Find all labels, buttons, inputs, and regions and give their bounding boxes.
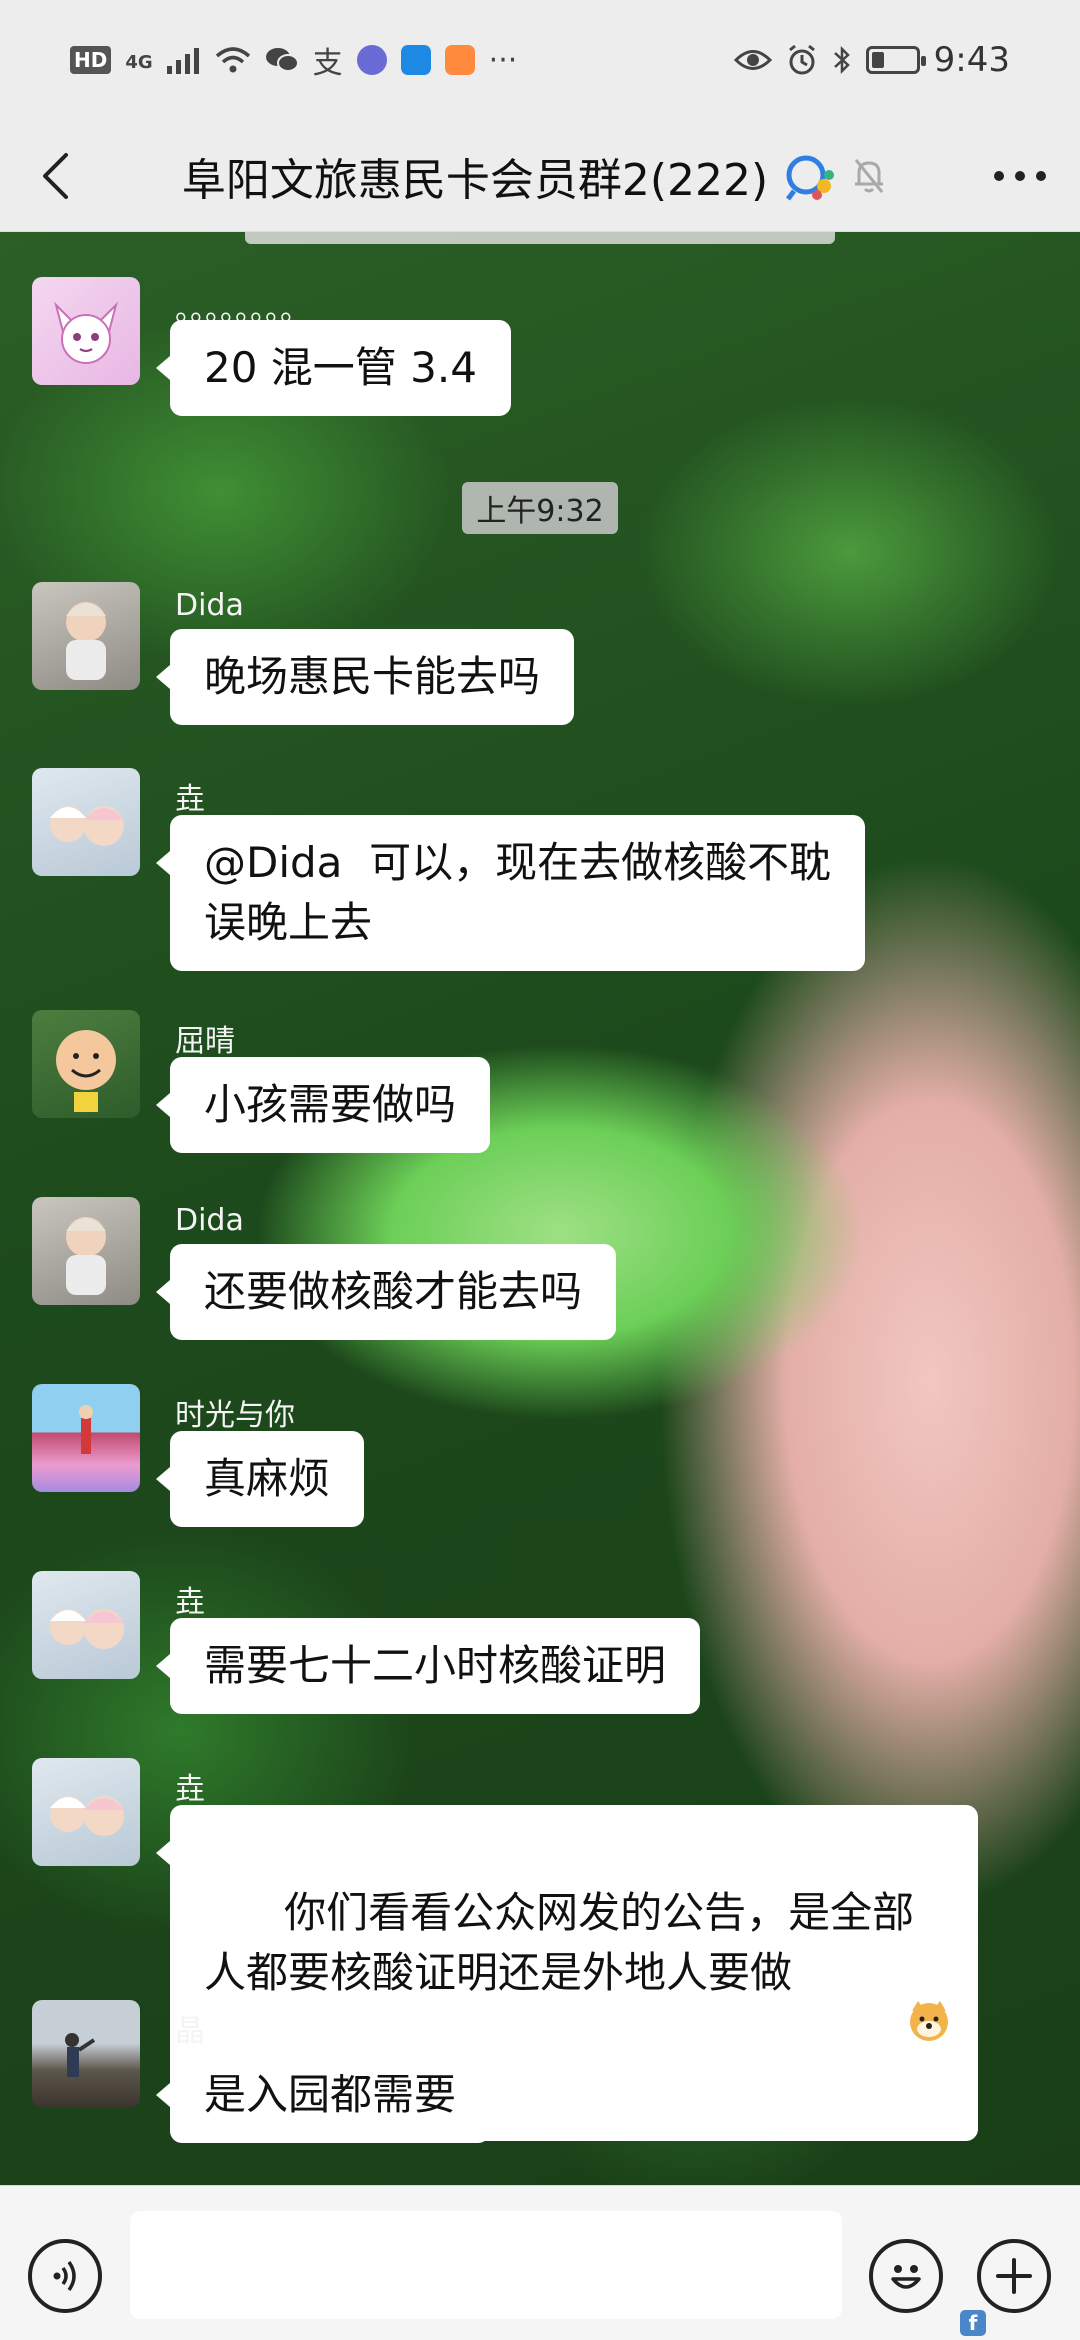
avatar[interactable] [32, 768, 140, 876]
partial-message-edge [245, 232, 835, 244]
message-bubble[interactable]: 20 混一管 3.4 [156, 320, 511, 416]
status-left-icons: HD 4G 支 ··· [70, 38, 517, 82]
emoji-icon [891, 2265, 921, 2289]
wifi-icon [215, 46, 251, 74]
signal-icon [166, 46, 201, 74]
doge-emoji-icon [799, 1937, 952, 2119]
avatar[interactable] [32, 2000, 140, 2108]
message-bubble[interactable]: 晚场惠民卡能去吗 [155, 629, 575, 725]
sender-name: 时光与你 [175, 1398, 295, 1433]
avatar[interactable] [32, 1758, 140, 1866]
avatar[interactable] [32, 582, 140, 690]
sender-name: 屈晴 [175, 1024, 235, 1059]
more-horizontal-icon [994, 170, 1046, 181]
eye-icon [733, 47, 772, 73]
avatar[interactable] [32, 277, 140, 385]
group-title: 阜阳文旅惠民卡会员群2(222) [181, 154, 769, 206]
back-button[interactable] [0, 120, 110, 232]
sender-name: 垚 [175, 1585, 205, 1620]
input-bar [0, 2185, 1080, 2340]
alarm-icon [786, 44, 818, 76]
weather-app-icon [400, 45, 431, 75]
bluetooth-icon [832, 45, 852, 75]
message-bubble[interactable]: @Dida 可以，现在去做核酸不耽 误晚上去 [155, 815, 866, 971]
avatar[interactable] [32, 1197, 140, 1305]
sender-name: 晶 [175, 2014, 205, 2049]
message-bubble[interactable]: 真麻烦 [155, 1431, 365, 1527]
clock-time: 9:43 [933, 40, 1010, 80]
message-bubble[interactable]: 还要做核酸才能去吗 [155, 1244, 617, 1340]
time-divider: 上午9:32 [462, 482, 618, 534]
message-bubble[interactable]: 小孩需要做吗 [155, 1057, 491, 1153]
group-chat-icon [786, 155, 835, 200]
app-icon [444, 45, 475, 75]
voice-button[interactable] [28, 2239, 102, 2313]
chat-header: 阜阳文旅惠民卡会员群2(222) [0, 120, 1080, 232]
plus-icon [996, 2258, 1032, 2294]
bell-off-icon [854, 158, 884, 193]
app-watermark-icon: f [960, 2310, 986, 2336]
status-bar: HD 4G 支 ··· 9:43 [0, 0, 1080, 120]
sender-name: 垚 [175, 782, 205, 817]
signal-label: 4G [125, 52, 153, 73]
battery-icon [865, 46, 926, 74]
sender-name: Dida [175, 588, 244, 623]
status-right-icons: 9:43 [733, 40, 1010, 80]
message-bubble[interactable]: 需要七十二小时核酸证明 [155, 1618, 701, 1714]
add-button[interactable] [977, 2239, 1051, 2313]
group-title-container[interactable]: 阜阳文旅惠民卡会员群2(222) [110, 144, 960, 208]
message-bubble[interactable]: 是入园都需要 [155, 2047, 491, 2143]
message-input[interactable] [130, 2211, 842, 2319]
sender-name: 垚 [175, 1772, 205, 1807]
avatar[interactable] [32, 1571, 140, 1679]
hd-badge: HD [70, 46, 112, 74]
music-app-icon [356, 45, 387, 75]
avatar[interactable] [32, 1384, 140, 1492]
alipay-icon: 支 [312, 46, 343, 81]
more-notifications: ··· [488, 42, 518, 78]
wechat-icon [265, 46, 299, 74]
chat-background[interactable]: 。。。。。。。。 20 混一管 3.4 上午9:32 Dida 晚场惠民卡能去吗… [0, 232, 1080, 2185]
chevron-left-icon [43, 152, 68, 199]
emoji-button[interactable] [869, 2239, 943, 2313]
more-button[interactable] [960, 120, 1080, 232]
sender-name: Dida [175, 1203, 244, 1238]
voice-icon [53, 2260, 76, 2292]
avatar[interactable] [32, 1010, 140, 1118]
